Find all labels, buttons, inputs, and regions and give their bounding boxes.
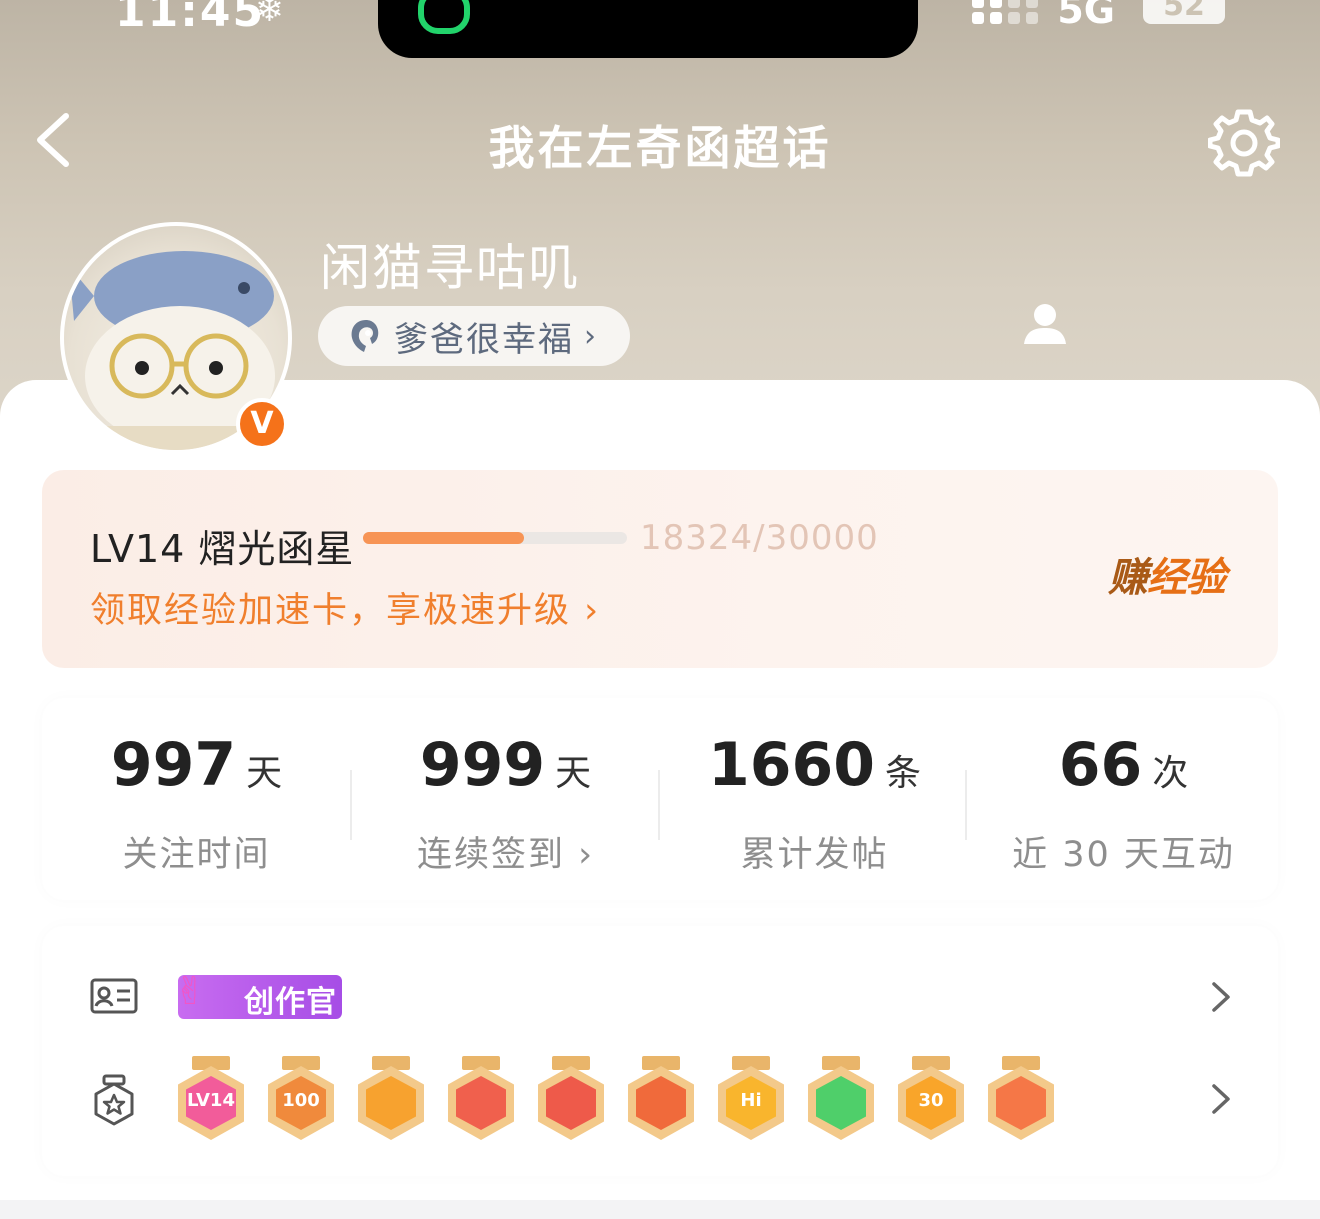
fan-title-text: 爹爸很幸福 bbox=[394, 319, 574, 360]
chevron-right-icon[interactable] bbox=[1208, 980, 1234, 1014]
crown-medal[interactable] bbox=[356, 1056, 426, 1140]
creator-tag[interactable]: ✌ 创作官 bbox=[174, 969, 342, 1020]
stat-divider bbox=[965, 770, 967, 840]
level-label: LV14 熠光函星 bbox=[90, 527, 355, 571]
100-days-medal[interactable]: 100 bbox=[266, 1056, 336, 1140]
network-type: 5G bbox=[1057, 0, 1115, 32]
follower-icon[interactable] bbox=[1022, 302, 1068, 344]
earn-exp-button[interactable]: 赚经验 bbox=[1108, 545, 1226, 603]
hi-medal[interactable]: Hi bbox=[716, 1056, 786, 1140]
30-days-medal[interactable]: 30 bbox=[896, 1056, 966, 1140]
fan-title-pill[interactable]: 爹爸很幸福 › bbox=[318, 306, 630, 366]
dragon-medal-3[interactable] bbox=[626, 1056, 696, 1140]
lv14-medal[interactable]: LV14 bbox=[176, 1056, 246, 1140]
chevron-right-icon: › bbox=[584, 318, 596, 354]
stat-label: 关注时间 bbox=[122, 835, 271, 875]
exp-text: 18324/30000 bbox=[640, 518, 879, 558]
snowflake-icon: ❄ bbox=[255, 0, 284, 30]
dragon-medal-1[interactable] bbox=[446, 1056, 516, 1140]
chevron-right-icon: › bbox=[584, 591, 601, 631]
rock-hand-medal[interactable] bbox=[986, 1056, 1056, 1140]
stat-checkin-days[interactable]: 999 天 连续签到 › bbox=[351, 698, 660, 900]
dynamic-island bbox=[378, 0, 918, 58]
speedup-text: 领取经验加速卡，享极速升级 bbox=[90, 591, 572, 631]
page-title: 我在左奇函超话 bbox=[488, 121, 832, 175]
verified-badge: V bbox=[236, 398, 288, 450]
fan-title-icon bbox=[351, 320, 379, 352]
stat-label: 近 30 天互动 bbox=[1012, 835, 1235, 875]
stats-panel: 997 天 关注时间 999 天 连续签到 › 1660 条 累计发帖 66 次 近 3… bbox=[42, 698, 1278, 900]
stat-divider bbox=[350, 770, 352, 840]
settings-button[interactable] bbox=[1207, 106, 1281, 178]
stat-label: 连续签到 › bbox=[416, 835, 595, 875]
stat-unit: 天 bbox=[555, 753, 592, 794]
gear-icon bbox=[1207, 109, 1281, 177]
status-time: 11:45 bbox=[115, 0, 266, 37]
stat-follow-days: 997 天 关注时间 bbox=[42, 698, 351, 900]
stat-unit: 次 bbox=[1152, 753, 1189, 794]
stat-interactions: 66 次 近 30 天互动 bbox=[969, 698, 1278, 900]
stat-divider bbox=[658, 770, 660, 840]
creator-tag-text: 创作官 bbox=[244, 985, 337, 1020]
hand-medal[interactable] bbox=[806, 1056, 876, 1140]
stat-unit: 天 bbox=[246, 753, 283, 794]
stat-value: 66 bbox=[1058, 730, 1143, 800]
earn-text-b: 经验 bbox=[1147, 555, 1226, 601]
stat-posts: 1660 条 累计发帖 bbox=[660, 698, 969, 900]
creator-hand-icon: ✌ bbox=[174, 969, 206, 1013]
username[interactable]: 闲猫寻咕叽 bbox=[320, 228, 580, 300]
bottom-separator bbox=[0, 1200, 1320, 1219]
chevron-right-icon[interactable] bbox=[1208, 1082, 1234, 1116]
stat-value: 997 bbox=[110, 730, 237, 800]
signal-icon bbox=[972, 0, 1038, 26]
id-card-icon bbox=[90, 978, 138, 1014]
stat-value: 999 bbox=[419, 730, 546, 800]
dragon-medal-2[interactable] bbox=[536, 1056, 606, 1140]
battery-level: 52 bbox=[1163, 0, 1205, 23]
exp-progress-fill bbox=[363, 532, 525, 544]
wechat-icon bbox=[418, 0, 470, 34]
exp-progress-bar bbox=[363, 532, 627, 544]
stat-value: 1660 bbox=[707, 730, 875, 800]
stat-unit: 条 bbox=[884, 753, 921, 794]
stat-label: 累计发帖 bbox=[740, 835, 889, 875]
earn-text-a: 赚 bbox=[1108, 555, 1148, 601]
speedup-link[interactable]: 领取经验加速卡，享极速升级 › bbox=[90, 582, 600, 633]
battery-icon: 52 bbox=[1143, 0, 1225, 24]
medal-icon bbox=[94, 1074, 134, 1126]
